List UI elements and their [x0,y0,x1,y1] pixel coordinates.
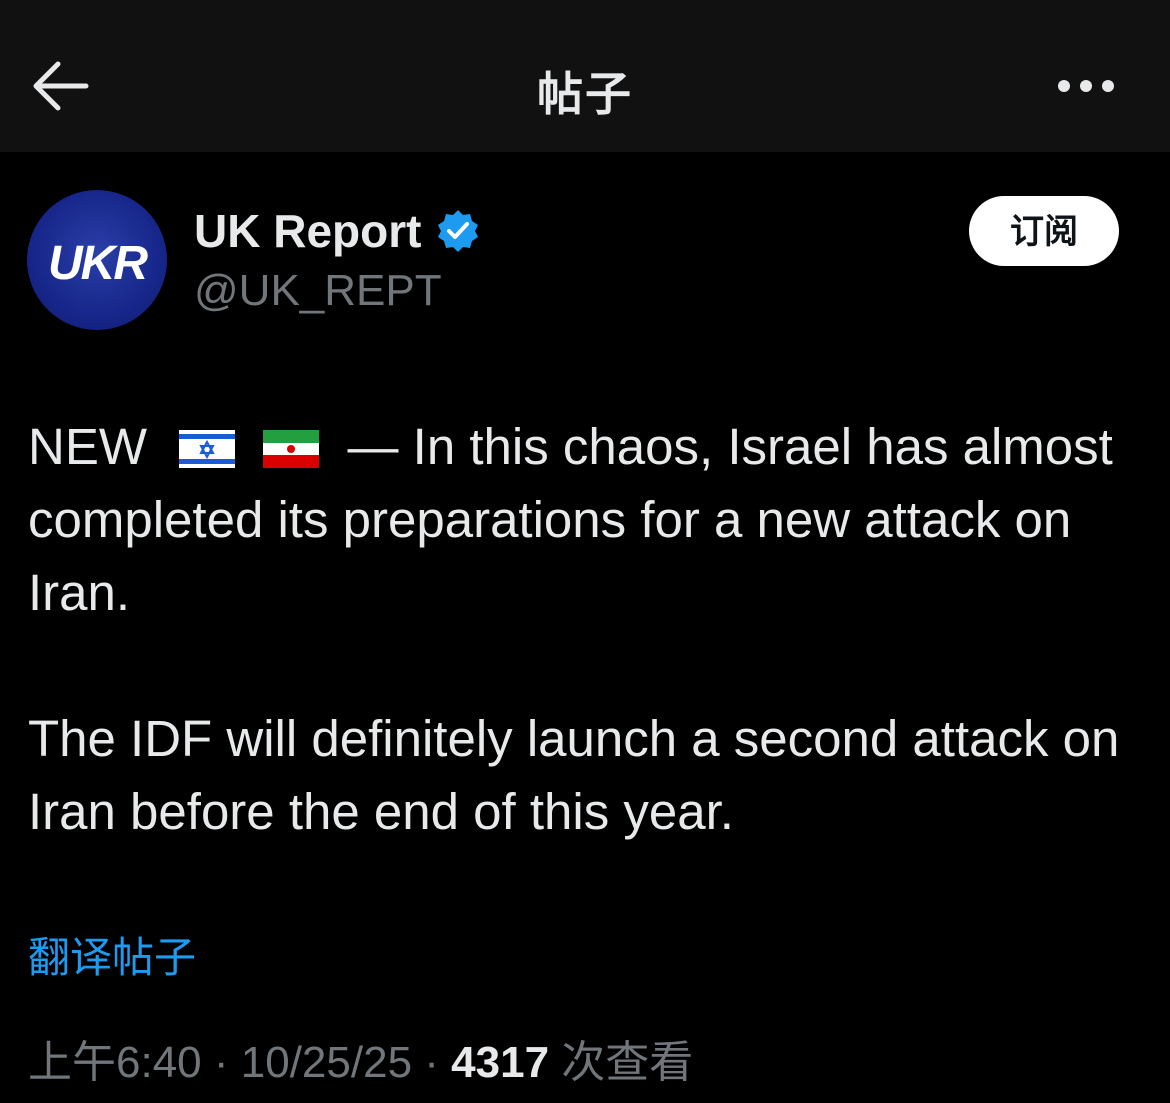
views-label: 次查看 [561,1038,694,1087]
translate-post-link[interactable]: 翻译帖子 [28,924,196,985]
post-lead-word: NEW [28,418,147,475]
avatar-logo-text: UKR [48,237,148,290]
post-meta: 上午6:40 · 10/25/25 · 4317 次查看 [28,1026,693,1090]
israel-flag-icon [179,430,236,468]
post-text: NEW — In this chaos, Israel has almost c… [28,410,1148,848]
subscribe-button[interactable]: 订阅 [969,196,1119,266]
more-options-icon[interactable] [1054,70,1118,102]
views-count[interactable]: 4317 [451,1038,549,1087]
post-date[interactable]: 10/25/25 [241,1038,412,1087]
author-handle[interactable]: @UK_REPT [194,266,442,316]
top-bar: 帖子 [0,0,1170,152]
post-time[interactable]: 上午6:40 [28,1038,202,1087]
avatar[interactable]: UKR [27,190,167,330]
meta-separator: · [213,1038,229,1087]
iran-flag-icon [263,430,320,468]
page-title: 帖子 [537,68,633,120]
verified-badge-icon [438,210,478,252]
meta-separator: · [424,1038,439,1087]
post-paragraph-1: NEW — In this chaos, Israel has almost c… [28,410,1148,629]
author-display-name[interactable]: UK Report [194,204,421,258]
post-paragraph-2: The IDF will definitely launch a second … [28,710,1120,840]
